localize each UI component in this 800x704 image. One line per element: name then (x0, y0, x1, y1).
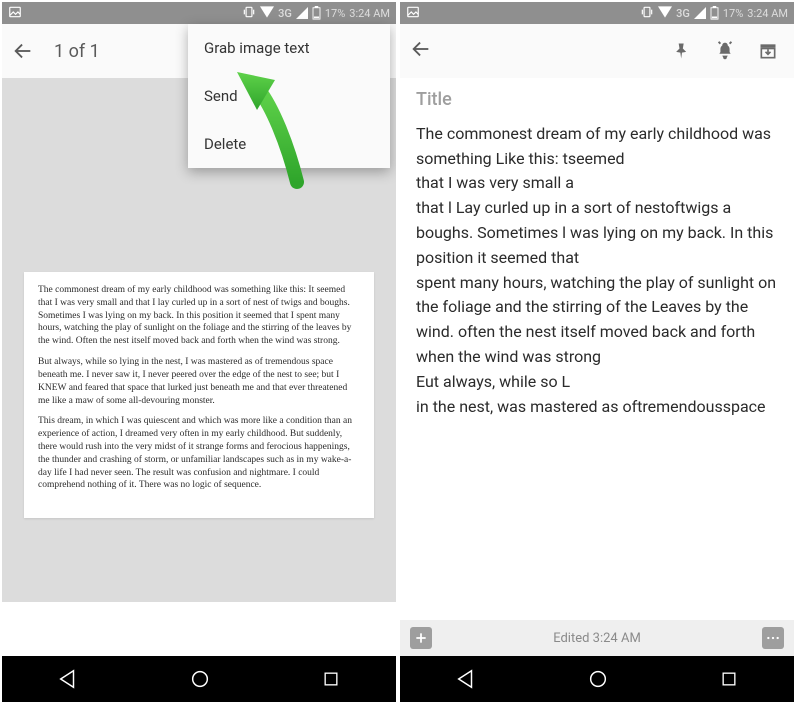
reminder-icon[interactable] (714, 40, 736, 62)
android-navbar (400, 656, 794, 702)
signal-icon (296, 7, 308, 19)
nav-home[interactable] (189, 668, 211, 690)
nav-back[interactable] (455, 668, 477, 690)
archive-icon[interactable] (758, 41, 778, 61)
back-button[interactable] (410, 38, 432, 64)
overflow-menu: Grab image text Send Delete (188, 24, 390, 168)
phone-right: 3G 17% 3:24 AM (400, 2, 794, 702)
phone-left: 3G 17% 3:24 AM 1 of 1 The commonest drea… (2, 2, 396, 702)
note-footer: Edited 3:24 AM (400, 620, 794, 656)
pin-icon[interactable] (672, 41, 692, 61)
menu-send[interactable]: Send (188, 72, 390, 120)
wifi-icon (658, 6, 672, 21)
network-label: 3G (676, 7, 690, 20)
image-icon (8, 5, 22, 22)
page-paragraph: But always, while so lying in the nest, … (38, 356, 360, 407)
battery-icon (710, 6, 719, 20)
menu-grab-image-text[interactable]: Grab image text (188, 24, 390, 72)
nav-home[interactable] (587, 668, 609, 690)
add-button[interactable] (410, 627, 432, 649)
image-icon (406, 5, 420, 22)
battery-pct: 17% (325, 7, 345, 20)
scanned-page: The commonest dream of my early childhoo… (24, 272, 374, 518)
wifi-icon (260, 6, 274, 21)
note-editor[interactable]: Title The commonest dream of my early ch… (400, 78, 794, 620)
vibrate-icon (640, 5, 654, 22)
page-paragraph: The commonest dream of my early childhoo… (38, 284, 360, 348)
signal-icon (694, 7, 706, 19)
clock-time: 3:24 AM (747, 7, 788, 20)
nav-recent[interactable] (321, 669, 341, 689)
note-body-text[interactable]: The commonest dream of my early childhoo… (416, 122, 778, 420)
status-bar: 3G 17% 3:24 AM (400, 2, 794, 24)
battery-pct: 17% (723, 7, 743, 20)
battery-icon (312, 6, 321, 20)
page-paragraph: This dream, in which I was quiescent and… (38, 415, 360, 492)
network-label: 3G (278, 7, 292, 20)
back-button[interactable] (12, 40, 34, 62)
status-bar: 3G 17% 3:24 AM (2, 2, 396, 24)
nav-recent[interactable] (719, 669, 739, 689)
clock-time: 3:24 AM (349, 7, 390, 20)
toolbar-right (400, 24, 794, 78)
vibrate-icon (242, 5, 256, 22)
android-navbar (2, 656, 396, 702)
edited-label: Edited 3:24 AM (553, 631, 641, 646)
nav-back[interactable] (57, 668, 79, 690)
menu-delete[interactable]: Delete (188, 120, 390, 168)
note-title-field[interactable]: Title (416, 86, 778, 114)
page-counter: 1 of 1 (54, 41, 100, 62)
more-button[interactable] (762, 627, 784, 649)
